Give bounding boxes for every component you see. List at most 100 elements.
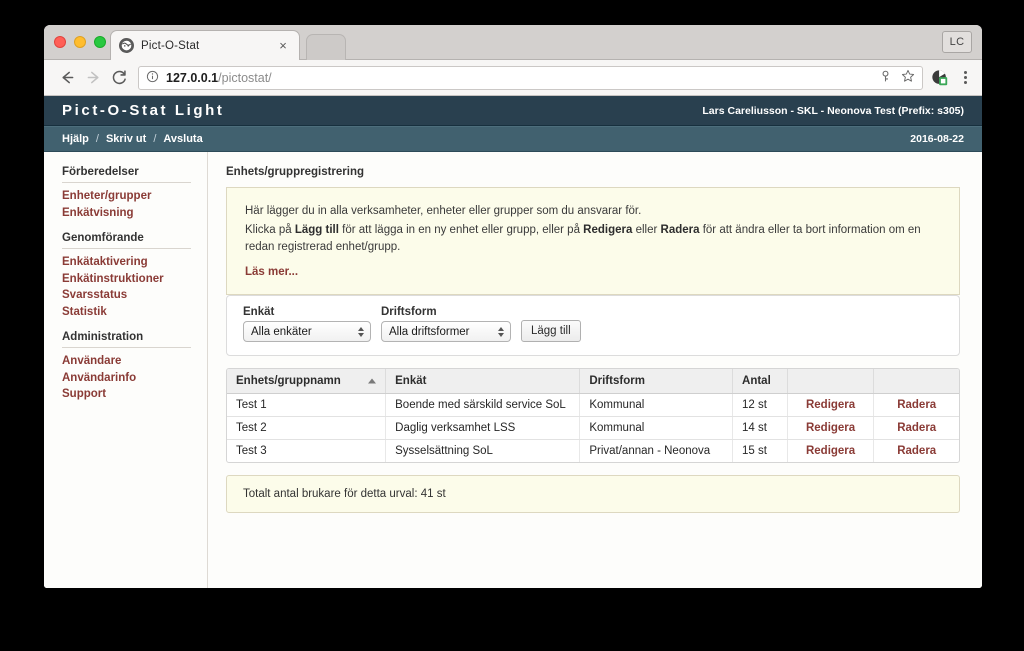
window-controls (54, 36, 106, 48)
table-header-row: Enhets/gruppnamn Enkät Driftsform Antal (227, 369, 959, 394)
sidebar-item-anvandare[interactable]: Användare (62, 353, 191, 370)
key-icon[interactable] (879, 70, 892, 86)
column-header-antal[interactable]: Antal (732, 369, 788, 394)
address-bar[interactable]: 127.0.0.1/pictostat/ (138, 65, 923, 90)
cell-edit: Redigera (787, 439, 875, 462)
driftsform-select[interactable]: Alla driftsformer (381, 321, 511, 342)
cell-driftsform: Privat/annan - Neonova (579, 439, 734, 462)
cell-enkat: Sysselsättning SoL (385, 439, 581, 462)
cell-edit: Redigera (787, 416, 875, 440)
enkat-filter-field: Enkät Alla enkäter (243, 306, 371, 342)
cell-delete: Radera (873, 416, 959, 440)
nav-link-avsluta[interactable]: Avsluta (163, 133, 202, 145)
background-tab[interactable] (306, 34, 346, 60)
sidebar-heading-administration: Administration (62, 331, 191, 348)
page-info-icon[interactable] (146, 70, 159, 86)
cell-name: Test 2 (227, 416, 387, 440)
driftsform-filter-label: Driftsform (381, 306, 437, 318)
close-icon[interactable]: × (275, 38, 291, 54)
sidebar-heading-genomforande: Genomförande (62, 232, 191, 249)
reload-icon[interactable] (106, 65, 132, 91)
enkat-select[interactable]: Alla enkäter (243, 321, 371, 342)
cell-antal: 14 st (732, 416, 788, 440)
info-panel: Här lägger du in alla verksamheter, enhe… (226, 187, 960, 295)
sidebar-item-enkatinstruktioner[interactable]: Enkätinstruktioner (62, 271, 191, 288)
app-header: Pict-O-Stat Light Lars Careliusson - SKL… (44, 96, 982, 126)
sidebar-item-enkataktivering[interactable]: Enkätaktivering (62, 254, 191, 271)
sidebar-item-statistik[interactable]: Statistik (62, 304, 191, 321)
enkat-filter-label: Enkät (243, 306, 275, 318)
delete-link[interactable]: Radera (897, 422, 936, 434)
info-line2-part-e: eller (632, 224, 661, 236)
cell-driftsform: Kommunal (579, 393, 734, 417)
current-date-label: 2016-08-22 (910, 133, 964, 145)
sidebar-item-enheter-grupper[interactable]: Enheter/grupper (62, 188, 191, 205)
filter-panel: Enkät Alla enkäter Driftsform Alla drift… (226, 295, 960, 356)
cell-enkat: Daglig verksamhet LSS (385, 416, 581, 440)
sidebar-group-administration: Administration Användare Användarinfo Su… (62, 331, 191, 403)
browser-toolbar: 127.0.0.1/pictostat/ (44, 60, 982, 96)
chevron-updown-icon (498, 326, 504, 337)
column-header-label: Enhets/gruppnamn (236, 375, 341, 387)
driftsform-filter-field: Driftsform Alla driftsformer (381, 306, 511, 342)
table-row: Test 3 Sysselsättning SoL Privat/annan -… (227, 439, 959, 462)
web-page-viewport: Pict-O-Stat Light Lars Careliusson - SKL… (44, 96, 982, 588)
overflow-menu-icon[interactable] (958, 71, 972, 84)
column-header-driftsform[interactable]: Driftsform (579, 369, 734, 394)
minimize-window-button[interactable] (74, 36, 86, 48)
url-path: /pictostat/ (218, 70, 272, 85)
sidebar-heading-forberedelser: Förberedelser (62, 166, 191, 183)
sidebar-item-support[interactable]: Support (62, 386, 191, 403)
sidebar-item-enkatvisning[interactable]: Enkätvisning (62, 205, 191, 222)
browser-tabstrip: Pict-O-Stat × LC (44, 25, 982, 60)
column-header-enhets-gruppnamn[interactable]: Enhets/gruppnamn (227, 369, 387, 394)
column-header-edit (787, 369, 875, 394)
chevron-updown-icon (358, 326, 364, 337)
close-window-button[interactable] (54, 36, 66, 48)
sidebar-item-anvandarinfo[interactable]: Användarinfo (62, 370, 191, 387)
edit-link[interactable]: Redigera (806, 399, 855, 411)
edit-link[interactable]: Redigera (806, 445, 855, 457)
sidebar-item-svarsstatus[interactable]: Svarsstatus (62, 287, 191, 304)
sidebar-group-forberedelser: Förberedelser Enheter/grupper Enkätvisni… (62, 166, 191, 221)
table-header: Enhets/gruppnamn Enkät Driftsform Antal (227, 369, 959, 394)
cell-edit: Redigera (787, 393, 875, 417)
info-line2-part-a: Klicka på (245, 224, 295, 236)
nav-link-skriv-ut[interactable]: Skriv ut (106, 133, 146, 145)
info-line-1: Här lägger du in alla verksamheter, enhe… (245, 205, 642, 217)
bookmark-star-icon[interactable] (901, 69, 915, 86)
column-header-enkat[interactable]: Enkät (385, 369, 581, 394)
browser-tab-active[interactable]: Pict-O-Stat × (110, 30, 300, 60)
table-row: Test 1 Boende med särskild service SoL K… (227, 393, 959, 417)
cell-name: Test 3 (227, 439, 387, 462)
browser-tab-title: Pict-O-Stat (141, 39, 200, 52)
add-button[interactable]: Lägg till (521, 320, 581, 342)
table-row: Test 2 Daglig verksamhet LSS Kommunal 14… (227, 416, 959, 440)
units-table: Enhets/gruppnamn Enkät Driftsform Antal … (227, 369, 959, 462)
back-arrow-icon[interactable] (54, 65, 80, 91)
profile-avatar[interactable]: LC (942, 31, 972, 53)
app-logo: Pict-O-Stat Light (62, 102, 225, 119)
app-navbar: Hjälp / Skriv ut / Avsluta 2016-08-22 (44, 126, 982, 152)
cell-driftsform: Kommunal (579, 416, 734, 440)
info-emphasis-redigera: Redigera (583, 224, 633, 236)
info-line2-part-c: för att lägga in en ny enhet eller grupp… (338, 224, 584, 236)
current-user-label: Lars Careliusson - SKL - Neonova Test (P… (702, 104, 964, 117)
total-summary-panel: Totalt antal brukare för detta urval: 41… (226, 475, 960, 513)
sort-ascending-icon (368, 378, 377, 384)
column-header-label: Enkät (395, 375, 427, 387)
nav-link-hjalp[interactable]: Hjälp (62, 133, 89, 145)
page-title: Enhets/gruppregistrering (226, 166, 365, 178)
edit-link[interactable]: Redigera (806, 422, 855, 434)
delete-link[interactable]: Radera (897, 399, 936, 411)
extension-icon[interactable] (931, 69, 949, 87)
browser-window: Pict-O-Stat × LC 127.0.0.1 /pictostat/ P… (44, 25, 982, 588)
sidebar: Förberedelser Enheter/grupper Enkätvisni… (44, 152, 208, 588)
forward-arrow-icon[interactable] (80, 65, 106, 91)
read-more-link[interactable]: Läs mer... (245, 266, 298, 278)
column-header-delete (873, 369, 959, 394)
cell-delete: Radera (873, 393, 959, 417)
maximize-window-button[interactable] (94, 36, 106, 48)
cell-name: Test 1 (227, 393, 387, 417)
delete-link[interactable]: Radera (897, 445, 936, 457)
